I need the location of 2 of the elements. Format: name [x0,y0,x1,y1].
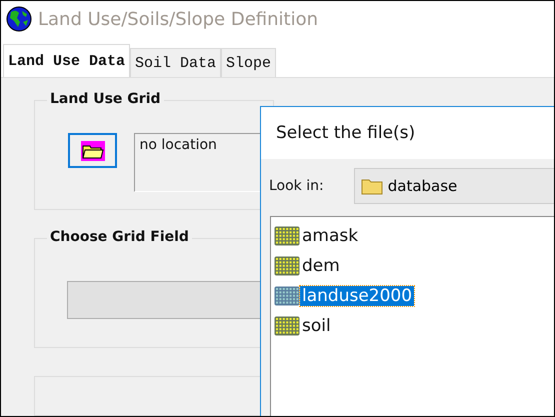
window-title: Land Use/Soils/Slope Definition [38,8,318,30]
dialog-title: Select the file(s) [261,107,554,159]
